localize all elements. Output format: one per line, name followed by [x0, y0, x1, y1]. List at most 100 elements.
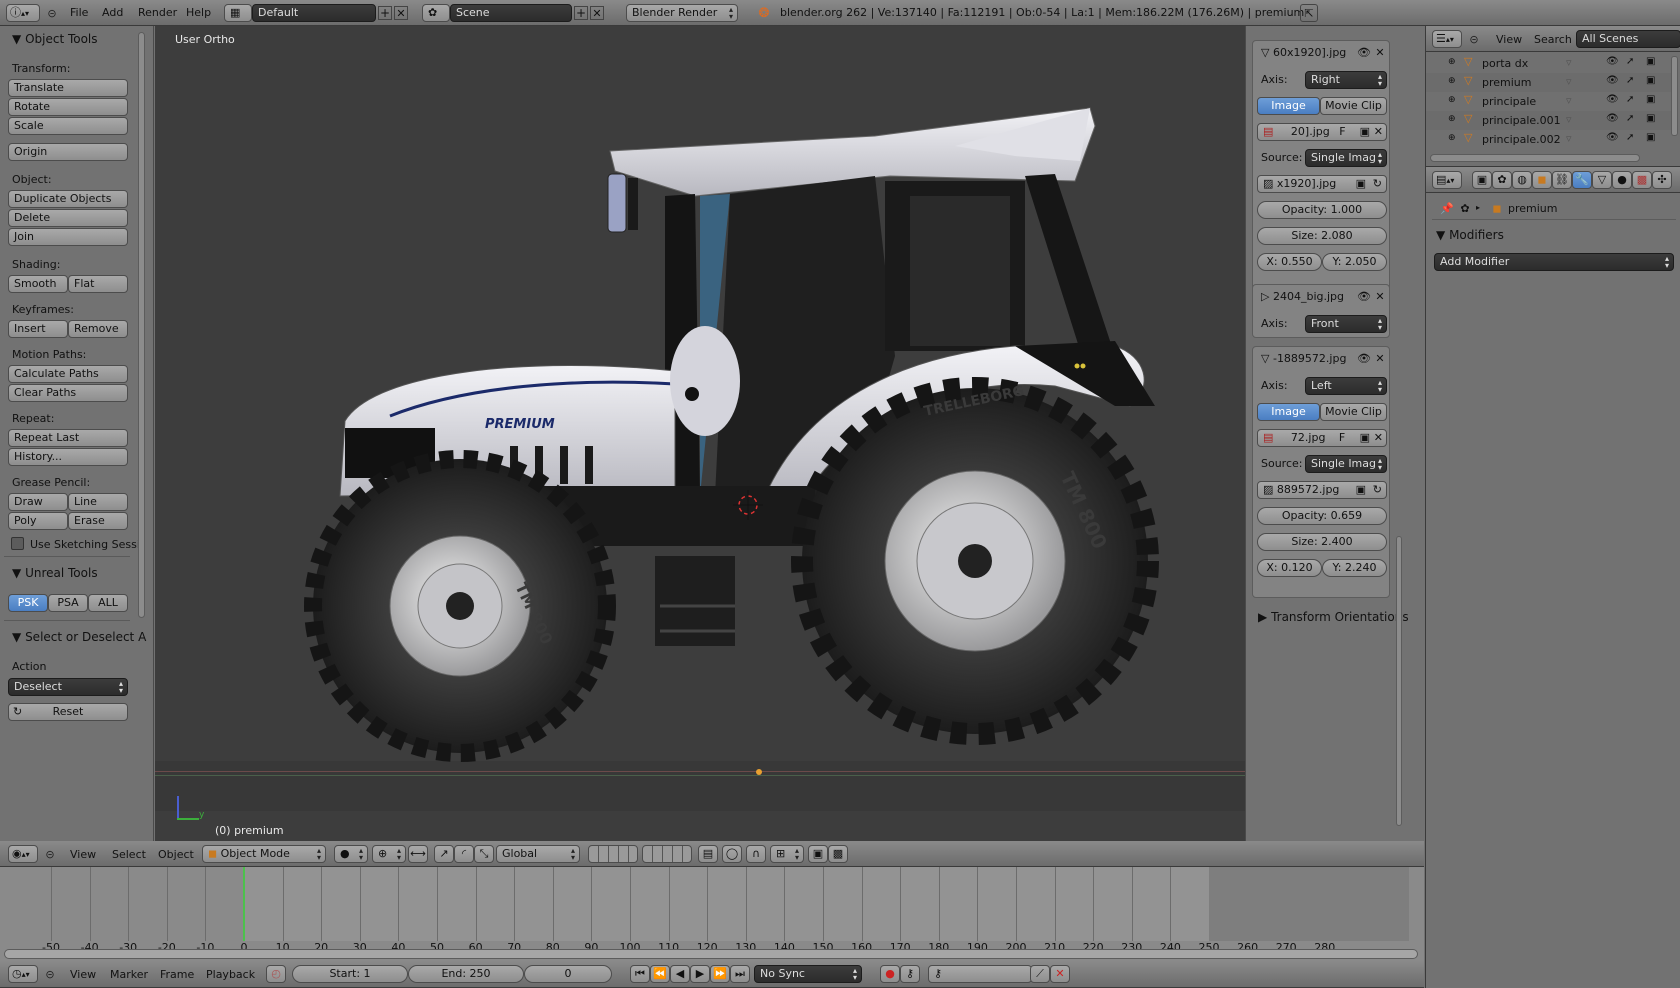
menu-select[interactable]: Select [112, 848, 146, 861]
axis-dropdown[interactable]: Left ▴ ▾ [1305, 377, 1387, 395]
object-context-tab[interactable]: ◼ [1532, 171, 1552, 189]
scene-context-tab[interactable]: ✿ [1492, 171, 1512, 189]
screen-layout-field[interactable]: Default [252, 4, 376, 22]
data-context-tab[interactable]: ▽ [1592, 171, 1612, 189]
select-deselect-header[interactable]: ▼ Select or Deselect A [12, 630, 146, 644]
render-camera-icon[interactable]: ▣ [1646, 94, 1655, 105]
flat-button[interactable]: Flat [68, 275, 128, 293]
visibility-eye-icon[interactable]: 👁 [1606, 94, 1619, 105]
scale-button[interactable]: Scale [8, 117, 128, 135]
eye-icon[interactable]: 👁 [1357, 290, 1371, 302]
texture-context-tab[interactable]: ▩ [1632, 171, 1652, 189]
menu-render[interactable]: Render [138, 6, 177, 19]
editor-type-button[interactable]: ◷▴▾ [8, 965, 38, 983]
active-keying-set-field[interactable]: ⚷ [928, 965, 1032, 983]
collapse-menu-icon[interactable]: ⊝ [44, 847, 56, 861]
end-frame-field[interactable]: End: 250 [408, 965, 524, 983]
browse-icon[interactable]: ▣ [1360, 124, 1370, 140]
outliner-hscroll[interactable] [1430, 154, 1640, 162]
editor-type-button[interactable]: ◉▴▾ [8, 845, 38, 863]
screen-layout-icon-button[interactable]: ▦ [224, 4, 252, 22]
history-button[interactable]: History... [8, 448, 128, 466]
mode-dropdown[interactable]: ◼ Object Mode ▴ ▾ [202, 845, 326, 863]
pivot-dropdown[interactable]: ⊕ ▴ ▾ [372, 845, 406, 863]
fullscreen-icon[interactable]: ⇱ [1300, 4, 1318, 22]
bg-image-1-toggle[interactable]: ▽ 60x1920].jpg [1261, 46, 1346, 59]
duplicate-objects-button[interactable]: Duplicate Objects [8, 190, 128, 208]
browse-icon[interactable]: ▣ [1356, 176, 1366, 192]
browse-icon[interactable]: ▣ [1360, 430, 1370, 446]
eye-icon[interactable]: 👁 [1357, 352, 1371, 364]
expand-icon[interactable]: ⊕ [1448, 133, 1456, 143]
render-camera-icon[interactable]: ▣ [1646, 75, 1655, 86]
menu-help[interactable]: Help [186, 6, 211, 19]
editor-type-button[interactable]: ⓘ▴▾ [6, 4, 40, 22]
source-dropdown[interactable]: Single Imag ▴ ▾ [1305, 149, 1387, 167]
y-offset-field[interactable]: Y: 2.240 [1322, 559, 1387, 577]
action-dropdown[interactable]: Deselect ▴ ▾ [8, 678, 128, 696]
opacity-slider[interactable]: Opacity: 0.659 [1257, 507, 1387, 525]
calculate-paths-button[interactable]: Calculate Paths [8, 365, 128, 383]
pin-icon[interactable]: 📌 [1440, 201, 1454, 215]
collapse-menu-icon[interactable]: ⊝ [1468, 32, 1480, 46]
movie-clip-tab[interactable]: Movie Clip [1320, 97, 1387, 115]
playhead[interactable] [243, 867, 245, 941]
viewport-shading-dropdown[interactable]: ● ▴ ▾ [334, 845, 368, 863]
menu-frame[interactable]: Frame [160, 968, 194, 981]
render-engine-dropdown[interactable]: Blender Render ▴ ▾ [626, 4, 738, 22]
menu-view[interactable]: View [1496, 33, 1522, 46]
selectability-cursor-icon[interactable]: ➚ [1626, 113, 1634, 124]
menu-file[interactable]: File [70, 6, 88, 19]
browse-icon[interactable]: ▣ [1356, 482, 1366, 498]
psa-button[interactable]: PSA [48, 594, 88, 612]
outliner-row[interactable]: ⊕ ▽ principale ▿ 👁 ➚ ▣ [1426, 92, 1671, 111]
render-camera-icon[interactable]: ▣ [1646, 113, 1655, 124]
snap-element-dropdown[interactable]: ⊞ ▴ ▾ [770, 845, 804, 863]
line-button[interactable]: Line [68, 493, 128, 511]
reload-icon[interactable]: ↻ [1373, 482, 1382, 498]
close-icon[interactable]: ✕ [1373, 290, 1387, 302]
y-offset-field[interactable]: Y: 2.050 [1322, 253, 1387, 271]
timeline-area[interactable]: -50 -40 -30 -20 -10 0 10 20 30 40 50 60 70 80 90 100 110… [0, 867, 1424, 961]
menu-add[interactable]: Add [102, 6, 123, 19]
npanel-scrollbar[interactable] [1396, 536, 1402, 826]
visibility-eye-icon[interactable]: 👁 [1606, 132, 1619, 143]
particles-context-tab[interactable]: ✣ [1652, 171, 1672, 189]
image-file-field[interactable]: ▤ 20].jpg F ▣ ✕ [1257, 123, 1387, 141]
play-reverse-button[interactable]: ◀ [670, 965, 690, 983]
image-tab[interactable]: Image [1257, 403, 1320, 421]
translate-manipulator[interactable]: ↗ [434, 845, 454, 863]
prev-keyframe-button[interactable]: ⏪ [650, 965, 670, 983]
transform-orientations-header[interactable]: ▶ Transform Orientations [1258, 610, 1409, 624]
reload-icon[interactable]: ↻ [1373, 176, 1382, 192]
render-camera-icon[interactable]: ▣ [1646, 132, 1655, 143]
visibility-eye-icon[interactable]: 👁 [1606, 113, 1619, 124]
close-icon[interactable]: ✕ [1373, 352, 1387, 364]
scene-icon-button[interactable]: ✿ [422, 4, 450, 22]
editor-type-button[interactable]: ☰▴▾ [1432, 30, 1462, 48]
toolshelf-scrollbar[interactable] [138, 32, 145, 618]
scene-field[interactable]: Scene [450, 4, 572, 22]
x-offset-field[interactable]: X: 0.120 [1257, 559, 1322, 577]
image-datablock-field[interactable]: ▨ x1920].jpg ▣ ↻ [1257, 175, 1387, 193]
remove-scene-icon[interactable]: ✕ [590, 6, 604, 20]
menu-marker[interactable]: Marker [110, 968, 148, 981]
outliner-row[interactable]: ⊕ ▽ principale.001 ▿ 👁 ➚ ▣ [1426, 111, 1671, 130]
image-datablock-field[interactable]: ▨ 889572.jpg ▣ ↻ [1257, 481, 1387, 499]
smooth-button[interactable]: Smooth [8, 275, 68, 293]
menu-view[interactable]: View [70, 848, 96, 861]
viewport-3d[interactable]: User Ortho PREMIUM TM 800 TM 800 TRELLEB… [155, 26, 1245, 841]
display-mode-dropdown[interactable]: All Scenes [1576, 30, 1680, 48]
x-offset-field[interactable]: X: 0.550 [1257, 253, 1322, 271]
reset-button[interactable]: ↻ Reset [8, 703, 128, 721]
expand-icon[interactable]: ⊕ [1448, 114, 1456, 124]
image-tab[interactable]: Image [1257, 97, 1320, 115]
preview-range-toggle[interactable]: ◴ [266, 965, 286, 983]
source-dropdown[interactable]: Single Imag ▴ ▾ [1305, 455, 1387, 473]
modifiers-header[interactable]: ▼ Modifiers [1436, 228, 1504, 242]
outliner-item-name[interactable]: principale.002 [1482, 133, 1561, 146]
expand-icon[interactable]: ⊕ [1448, 57, 1456, 67]
remove-screen-icon[interactable]: ✕ [394, 6, 408, 20]
constraints-context-tab[interactable]: ⛓ [1552, 171, 1572, 189]
opacity-slider[interactable]: Opacity: 1.000 [1257, 201, 1387, 219]
